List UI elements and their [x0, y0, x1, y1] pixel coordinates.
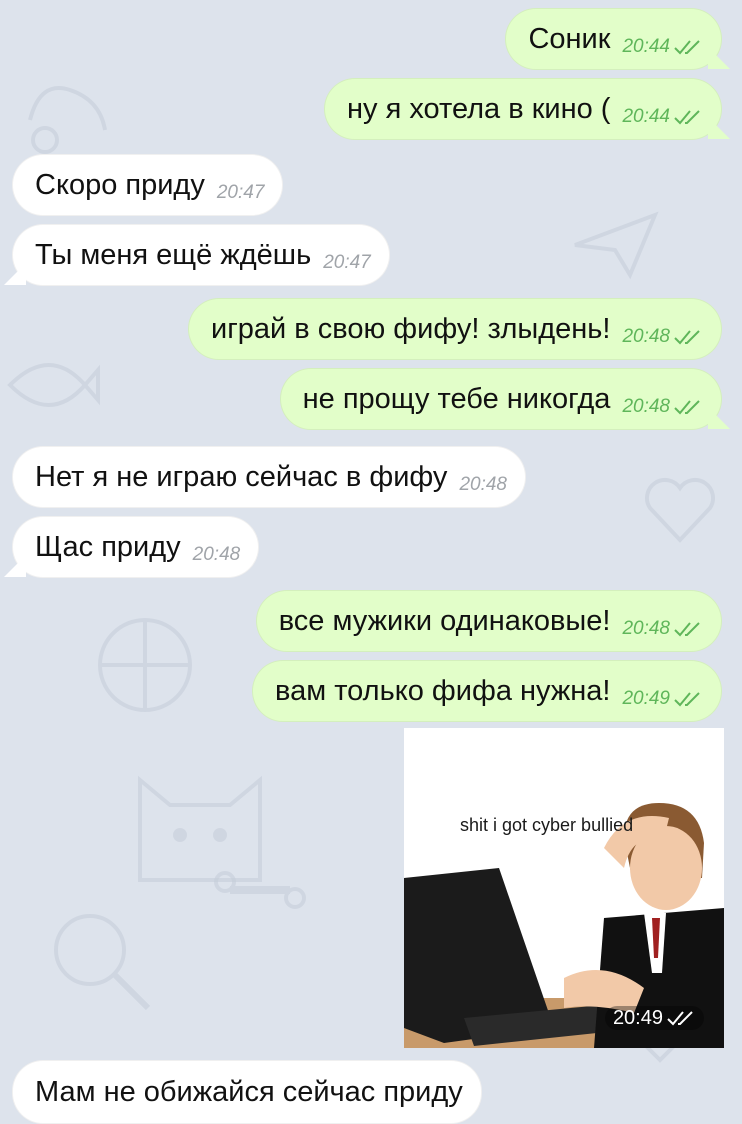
message-meta: 20:47: [323, 253, 371, 272]
message-time: 20:48: [622, 395, 670, 417]
message-bubble[interactable]: Соник 20:44: [505, 8, 722, 70]
message-bubble[interactable]: ну я хотела в кино ( 20:44: [324, 78, 722, 140]
message-meta: 20:48: [622, 327, 703, 346]
message-text: ну я хотела в кино (: [347, 92, 611, 125]
message-bubble[interactable]: не прощу тебе никогда 20:48: [279, 368, 722, 430]
message-text: вам только фифа нужна!: [275, 674, 611, 707]
double-check-icon: [667, 1011, 693, 1026]
message-meta: 20:48: [622, 397, 703, 416]
message-text: играй в свою фифу! злыдень!: [211, 312, 611, 345]
message-time: 20:44: [622, 105, 670, 127]
message-text: Скоро приду: [35, 168, 205, 201]
bone-icon: [214, 871, 306, 909]
double-check-icon: [674, 399, 700, 414]
message-text: Ты меня ещё ждёшь: [35, 238, 312, 271]
message-time: 20:47: [323, 251, 371, 273]
heart-icon: [644, 478, 716, 543]
magnifier-icon: [54, 914, 151, 1011]
message-time: 20:47: [216, 181, 265, 203]
message-meta: 20:47: [217, 183, 265, 202]
message-bubble[interactable]: играй в свою фифу! злыдень! 20:48: [188, 298, 722, 360]
message-bubble[interactable]: Мам не обижайся сейчас приду: [12, 1060, 482, 1124]
message-text: Соник: [528, 22, 611, 55]
message-bubble[interactable]: все мужики одинаковые! 20:48: [255, 590, 722, 652]
message-meta: 20:48: [459, 475, 507, 494]
message-time: 20:49: [612, 1007, 663, 1029]
message-bubble[interactable]: Нет я не играю сейчас в фифу 20:48: [12, 446, 526, 508]
double-check-icon: [674, 329, 700, 344]
double-check-icon: [674, 109, 700, 124]
ball-icon: [98, 618, 192, 712]
message-meta: 20:48: [622, 619, 703, 638]
message-time: 20:48: [459, 473, 507, 495]
photo-caption: shit i got cyber bullied: [460, 815, 634, 835]
meme-image: [404, 728, 724, 1048]
message-time: 20:48: [622, 325, 670, 347]
message-bubble[interactable]: вам только фифа нужна! 20:49: [252, 660, 722, 722]
message-time: 20:48: [622, 617, 670, 639]
message-text: не прощу тебе никогда: [302, 382, 611, 415]
message-text: Нет я не играю сейчас в фифу: [35, 460, 448, 493]
message-time: 20:48: [192, 543, 241, 565]
message-meta: 20:49: [622, 689, 703, 708]
message-bubble[interactable]: Ты меня ещё ждёшь 20:47: [12, 224, 390, 286]
message-text: Щас приду: [35, 530, 181, 563]
message-text: все мужики одинаковые!: [278, 604, 611, 637]
message-text: Мам не обижайся сейчас приду: [35, 1075, 463, 1108]
message-meta: 20:48: [193, 545, 241, 564]
photo-meta: 20:49: [604, 1006, 704, 1030]
message-time: 20:44: [622, 35, 670, 57]
message-bubble[interactable]: Скоро приду 20:47: [12, 154, 284, 216]
message-meta: 20:44: [622, 107, 703, 126]
double-check-icon: [674, 39, 700, 54]
paper-plane-icon: [574, 211, 659, 280]
double-check-icon: [674, 621, 700, 636]
message-bubble[interactable]: Щас приду 20:48: [12, 516, 260, 578]
fish-icon: [7, 363, 100, 407]
double-check-icon: [674, 691, 700, 706]
message-meta: 20:44: [622, 37, 703, 56]
message-time: 20:49: [622, 687, 670, 709]
photo-message[interactable]: shit i got cyber bullied 20:49: [404, 728, 724, 1048]
